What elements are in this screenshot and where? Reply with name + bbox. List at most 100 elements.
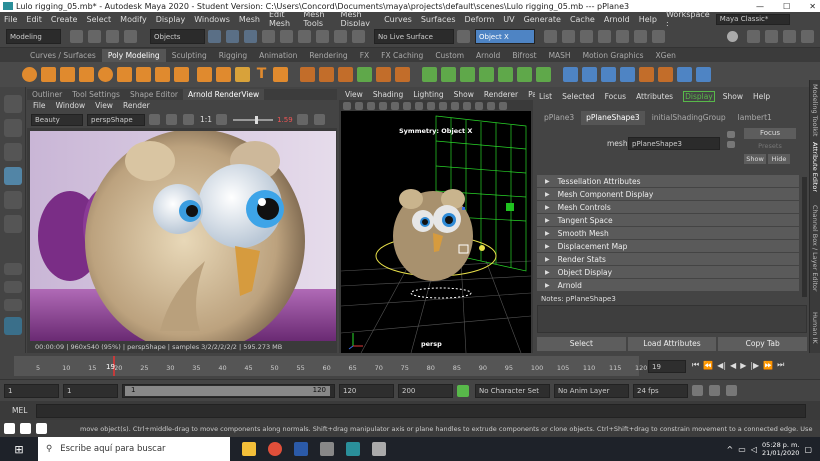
render-setup-icon[interactable] (634, 30, 647, 43)
ae-menu-attributes[interactable]: Attributes (636, 92, 673, 101)
menu-deform[interactable]: Deform (465, 15, 495, 24)
notifications-icon[interactable]: ▢ (804, 445, 812, 454)
poly-pyramid-icon[interactable] (174, 67, 189, 82)
show-attribute-editor-icon[interactable] (765, 30, 778, 43)
script-editor-icon[interactable] (4, 423, 15, 434)
menu-windows[interactable]: Windows (194, 15, 230, 24)
symmetry-icon[interactable] (457, 30, 470, 43)
section-render-stats[interactable]: ▶ Render Stats (537, 253, 799, 265)
gamma-icon[interactable] (296, 114, 308, 125)
ae-tab-initial-shading-group[interactable]: initialShadingGroup (647, 111, 731, 125)
exposure-slider[interactable] (233, 115, 274, 124)
hypershade-icon[interactable] (598, 30, 611, 43)
maximize-button[interactable]: ☐ (783, 2, 790, 11)
close-button[interactable]: ✕ (809, 2, 816, 11)
select-by-object-icon[interactable] (226, 30, 239, 43)
section-object-display[interactable]: ▶ Object Display (537, 266, 799, 278)
redo-icon[interactable] (124, 30, 137, 43)
section-displacement-map[interactable]: ▶ Displacement Map (537, 240, 799, 252)
vp-menu-shading[interactable]: Shading (373, 90, 403, 99)
menu-select[interactable]: Select (86, 15, 111, 24)
ipr-render-icon[interactable] (562, 30, 575, 43)
poly-cylinder-icon[interactable] (60, 67, 75, 82)
tab-outliner[interactable]: Outliner (27, 89, 67, 100)
select-by-hierarchy-icon[interactable] (208, 30, 221, 43)
input-connection-icon[interactable] (727, 131, 735, 138)
user-icon[interactable] (727, 31, 738, 42)
character-set-icon[interactable] (457, 384, 469, 397)
feedback-icon[interactable] (20, 423, 31, 434)
tab-arnold-renderview[interactable]: Arnold RenderView (183, 89, 265, 100)
image-plane-icon[interactable] (379, 101, 387, 110)
vp-menu-renderer[interactable]: Renderer (484, 90, 518, 99)
tab-tool-settings[interactable]: Tool Settings (67, 89, 125, 100)
super-shape-icon[interactable] (197, 67, 212, 82)
poly-cube-icon[interactable] (41, 67, 56, 82)
render-play-icon[interactable] (149, 114, 160, 125)
separate-icon[interactable] (319, 67, 334, 82)
loop-icon[interactable] (692, 385, 703, 396)
clock-time[interactable]: 05:28 p. m. (762, 441, 799, 449)
tab-shape-editor[interactable]: Shape Editor (125, 89, 183, 100)
target-weld-icon[interactable] (582, 67, 597, 82)
ae-menu-display[interactable]: Display (683, 91, 715, 102)
sculpt-icon[interactable] (639, 67, 654, 82)
output-connection-icon[interactable] (727, 141, 735, 148)
command-language-label[interactable]: MEL (12, 406, 36, 415)
snap-surface-icon[interactable] (316, 30, 329, 43)
combine-icon[interactable] (300, 67, 315, 82)
rotate-tool-icon[interactable] (4, 191, 22, 209)
snap-grid-icon[interactable] (262, 30, 275, 43)
ae-tab-lambert1[interactable]: lambert1 (733, 111, 777, 125)
character-set-dropdown[interactable]: No Character Set (475, 383, 550, 398)
ae-menu-show[interactable]: Show (723, 92, 743, 101)
auto-key-icon[interactable] (709, 385, 720, 396)
collapse-icon[interactable] (517, 67, 532, 82)
bookmark-icon[interactable] (367, 101, 375, 110)
camera-attributes-icon[interactable] (355, 101, 363, 110)
play-backwards-icon[interactable]: ◀ (730, 361, 736, 370)
selection-mode-dropdown[interactable]: Objects (150, 29, 205, 44)
bevel-icon[interactable] (460, 67, 475, 82)
history-icon[interactable] (334, 30, 347, 43)
shelf-tab-poly-modeling[interactable]: Poly Modeling (101, 49, 166, 62)
menu-file[interactable]: File (4, 15, 17, 24)
inkscape-icon[interactable] (320, 442, 334, 456)
chrome-icon[interactable] (268, 442, 282, 456)
command-input[interactable] (36, 403, 806, 418)
anim-start-field[interactable]: 1 (63, 383, 118, 398)
menu-create[interactable]: Create (51, 15, 78, 24)
poly-disc-icon[interactable] (136, 67, 151, 82)
bridge-icon[interactable] (441, 67, 456, 82)
lasso-tool-icon[interactable] (4, 119, 22, 137)
save-icon[interactable] (88, 30, 101, 43)
poly-torus-icon[interactable] (98, 67, 113, 82)
hide-button[interactable]: Hide (768, 154, 790, 164)
network-icon[interactable]: ▭ (738, 445, 746, 454)
select-button[interactable]: Select (537, 337, 626, 351)
copy-tab-button[interactable]: Copy Tab (718, 337, 808, 351)
isolate-icon[interactable] (499, 101, 507, 110)
range-handle[interactable] (125, 385, 330, 396)
type-tool-icon[interactable]: T (254, 67, 269, 82)
smooth-icon[interactable] (338, 67, 353, 82)
delete-history-icon[interactable] (696, 67, 711, 82)
shelf-tab-xgen[interactable]: XGen (650, 49, 682, 62)
select-by-component-icon[interactable] (244, 30, 257, 43)
ae-tab-pplaneshape3[interactable]: pPlaneShape3 (581, 111, 645, 125)
rv-menu-file[interactable]: File (33, 101, 46, 110)
range-slider[interactable]: 1 120 (122, 383, 335, 398)
menu-cache[interactable]: Cache (570, 15, 595, 24)
rv-menu-render[interactable]: Render (123, 101, 150, 110)
step-back-key-icon[interactable]: ⏪ (703, 361, 713, 370)
shelf-tab-rigging[interactable]: Rigging (213, 49, 253, 62)
poly-cone-icon[interactable] (79, 67, 94, 82)
freeze-transform-icon[interactable] (677, 67, 692, 82)
menu-mesh[interactable]: Mesh (239, 15, 260, 24)
ae-menu-selected[interactable]: Selected (562, 92, 595, 101)
ae-scrollbar[interactable] (802, 177, 807, 297)
aov-dropdown[interactable]: Beauty (31, 113, 83, 126)
section-mesh-component-display[interactable]: ▶ Mesh Component Display (537, 188, 799, 200)
viewport-canvas[interactable]: Symmetry: Object X persp (341, 111, 531, 353)
light-editor-icon[interactable] (652, 30, 665, 43)
